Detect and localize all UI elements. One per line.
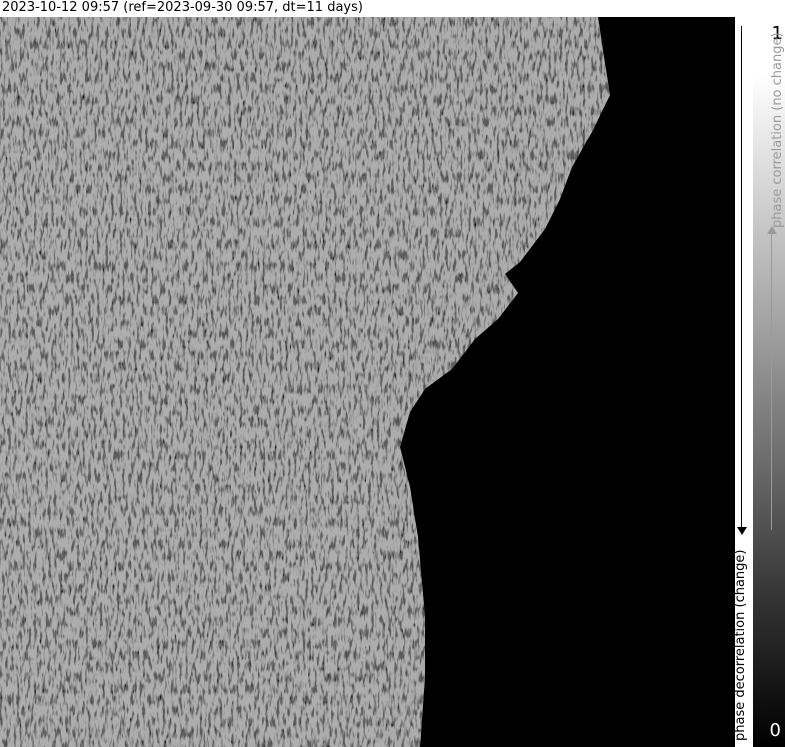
colorbar-top-caption: phase correlation (no change) (770, 32, 785, 228)
no-change-arrow-shaft (771, 230, 772, 530)
colorbar-min-label: 0 (769, 720, 781, 741)
colorbar-bottom-caption: phase decorrelation (change) (733, 549, 748, 741)
down-arrow-icon (737, 527, 747, 535)
coherence-image (0, 17, 735, 747)
image-title: 2023-10-12 09:57 (ref=2023-09-30 09:57, … (2, 0, 363, 15)
change-arrow-shaft (741, 26, 742, 531)
